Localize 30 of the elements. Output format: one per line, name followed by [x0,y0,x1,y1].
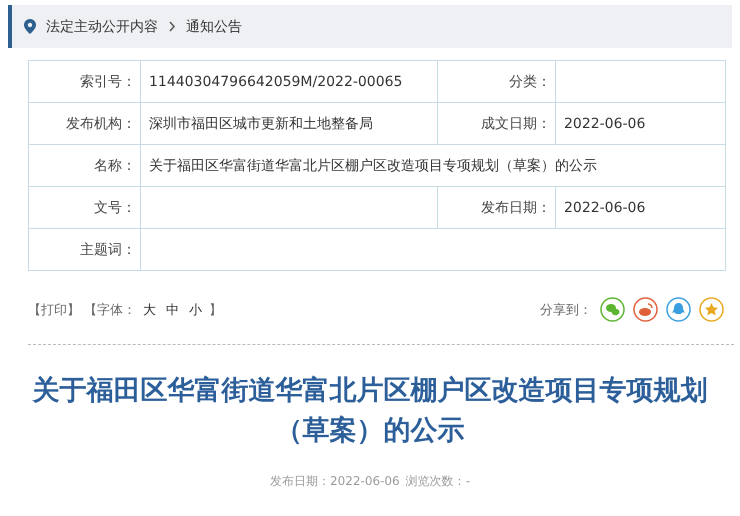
font-size-link[interactable]: 小 [186,300,205,318]
font-size-label: 【字体： [84,302,136,318]
field-label: 文号： [28,186,140,228]
field-value: 关于福田区华富街道华富北片区棚户区改造项目专项规划（草案）的公示 [140,144,726,186]
breadcrumb-link[interactable]: 法定主动公开内容 [46,18,158,36]
field-value: 2022-06-06 [556,186,726,228]
weibo-icon[interactable] [633,297,658,322]
chevron-icon [168,21,176,32]
location-pin-icon [24,19,36,34]
field-label: 名称： [28,144,140,186]
breadcrumb-link[interactable]: 通知公告 [186,18,242,36]
field-value: 深圳市福田区城市更新和土地整备局 [140,102,438,144]
wechat-icon[interactable] [600,297,625,322]
font-size-link[interactable]: 大 [140,300,159,318]
field-value: 2022-06-06 [556,102,726,144]
bracket-text: 】 [209,302,222,318]
print-link[interactable]: 【打印】 [28,300,80,318]
share-label: 分享到： [540,302,592,318]
field-label: 主题词： [28,228,140,270]
article-title: 关于福田区华富街道华富北片区棚户区改造项目专项规划（草案）的公示 [31,374,708,448]
field-label: 分类： [438,60,556,102]
field-label: 索引号： [28,60,140,102]
field-label: 成文日期： [438,102,556,144]
qq-icon[interactable] [666,297,691,322]
font-size-link[interactable]: 中 [163,300,182,318]
field-label: 发布日期： [438,186,556,228]
field-label: 发布机构： [28,102,140,144]
field-value: 11440304796642059M/2022-00065 [140,60,438,102]
article-meta: 发布日期：2022-06-06 [270,473,400,490]
article-meta: 浏览次数：- [406,473,470,490]
